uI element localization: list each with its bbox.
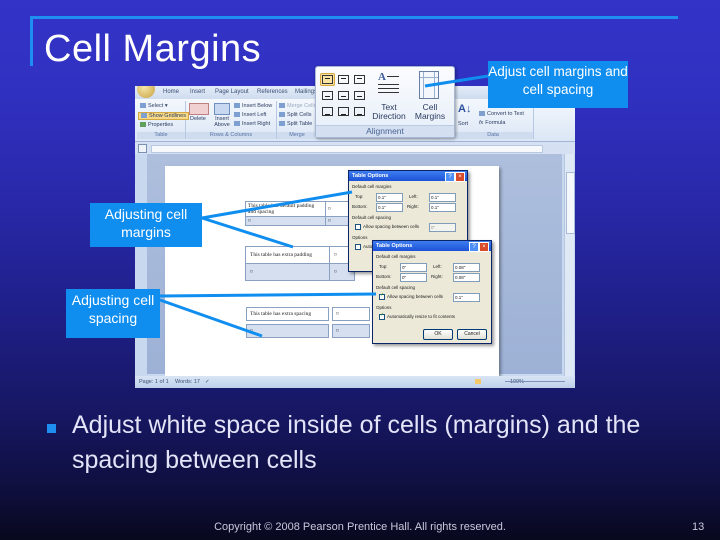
connector-cell-margins (424, 74, 489, 88)
slide-number: 13 (692, 521, 705, 533)
connector-margins-table (201, 216, 294, 249)
copyright-footer: Copyright © 2008 Pearson Prentice Hall. … (214, 521, 506, 533)
bullet-marker (47, 424, 56, 433)
connector-spacing-table (159, 298, 263, 338)
callout-adjusting-spacing: Adjusting cell spacing (66, 289, 160, 338)
bullet-text: Adjust white space inside of cells (marg… (72, 411, 641, 474)
connector-margins-dialog (201, 190, 353, 220)
connector-spacing-dialog (159, 292, 377, 298)
slide: Cell Margins Home Insert Page Layout Ref… (0, 0, 720, 540)
callout-cell-margins: Adjust cell margins and cell spacing (488, 61, 628, 108)
callout-adjusting-margins: Adjusting cell margins (90, 203, 202, 247)
